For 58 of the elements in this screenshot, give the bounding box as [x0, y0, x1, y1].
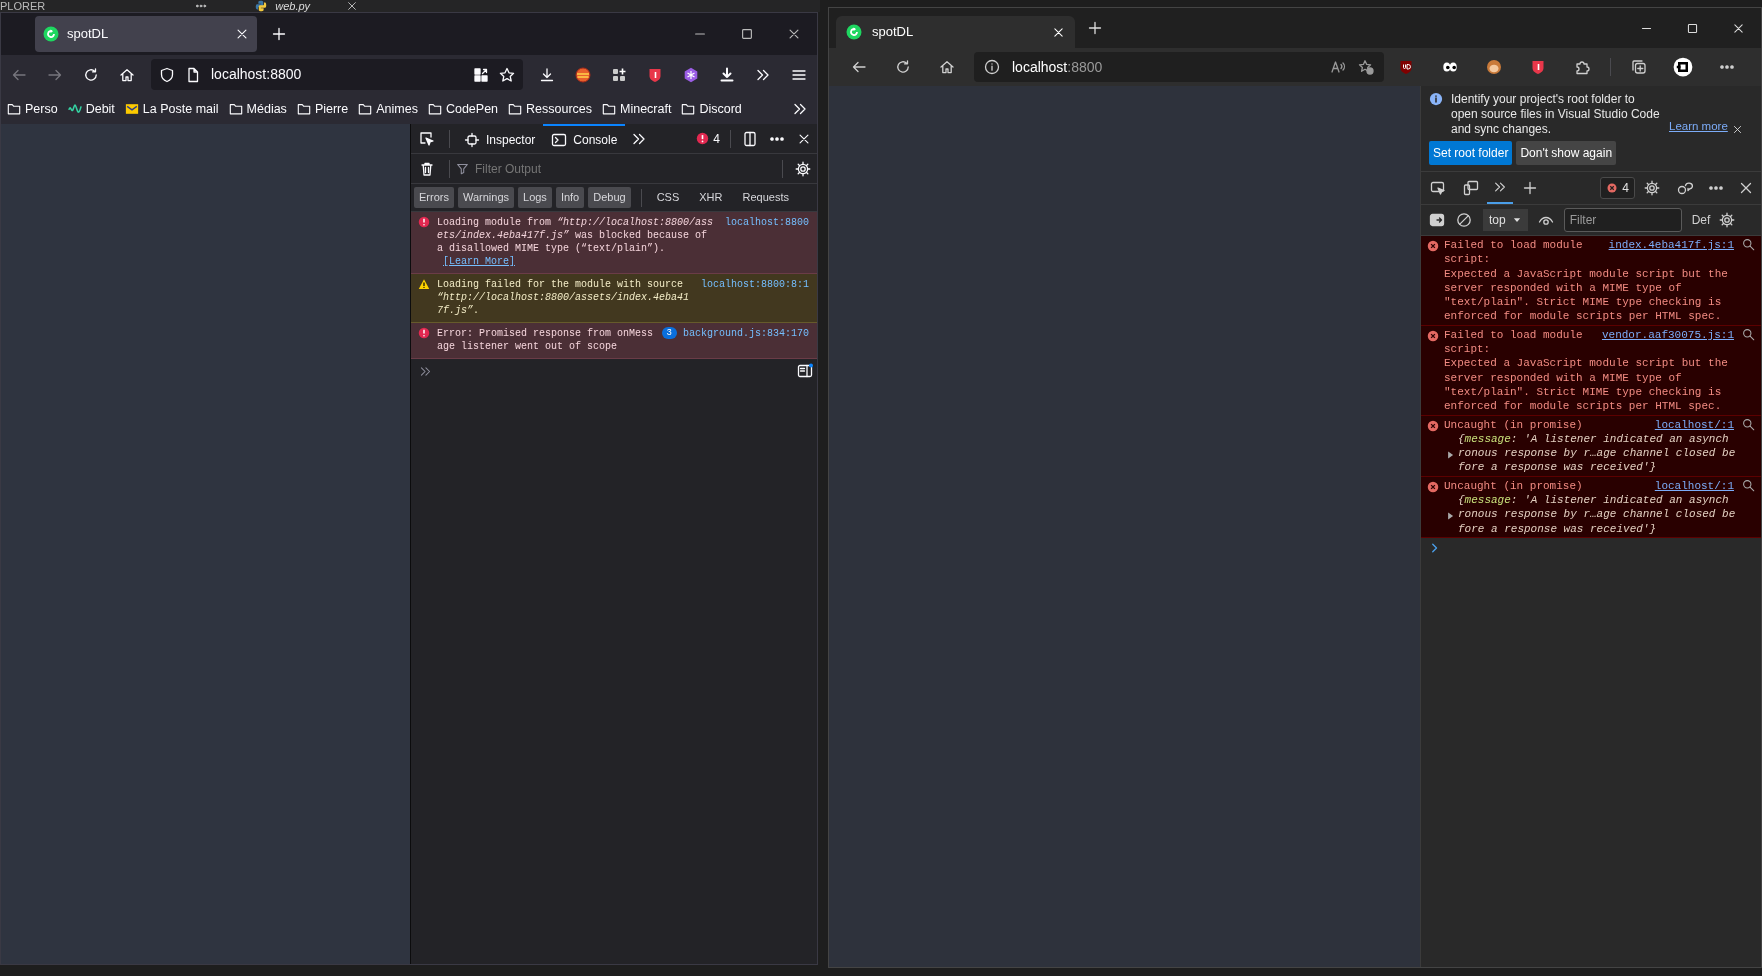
message-detail: Expected a JavaScript module script but the server responded with a MIME type of "text/plain". Strict MIME type checking is enforced for module scripts per HTML spec.	[1444, 356, 1729, 414]
console-message: Loading module from “http://localhost:8800/assets/index.4eba417f.js” was blocked because of a disallowed MIME type (“text/plain”). [Learn More]	[437, 216, 715, 268]
bookmark[interactable]: Animes	[358, 99, 418, 119]
editor-tab[interactable]: web.py	[275, 0, 311, 12]
console-message: Error: Promised response from onMessage listener went out of scope	[437, 327, 655, 353]
source-link[interactable]: background.js:834:170	[682, 327, 809, 353]
browser-tab[interactable]: spotDL	[836, 16, 1075, 48]
levels-dropdown[interactable]: Def	[1691, 211, 1711, 229]
source-link[interactable]: vendor.aaf30075.js:1	[1601, 327, 1734, 343]
bookmark[interactable]: Pierre	[296, 99, 349, 119]
bookmark[interactable]: Perso	[7, 99, 58, 119]
source-link[interactable]: localhost/:1	[1654, 478, 1734, 494]
browser-tab[interactable]: spotDL	[35, 16, 257, 52]
url-text: localhost:8800	[1012, 57, 1103, 77]
bookmark[interactable]: Minecraft	[602, 99, 672, 119]
bookmark[interactable]: CodePen	[427, 99, 499, 119]
source-link[interactable]: localhost/:1	[1654, 417, 1734, 432]
error-count[interactable]: 4	[1600, 177, 1635, 199]
filter-toggle[interactable]: Warnings	[457, 187, 514, 208]
bookmark[interactable]: Discord	[681, 99, 742, 119]
source-link[interactable]: localhost:8800	[725, 216, 809, 268]
message-title: Failed to load module script:	[1444, 238, 1584, 267]
filter-toggle[interactable]: Info	[555, 187, 585, 208]
error-count[interactable]: 4	[713, 129, 720, 148]
panel-title: PLORER	[0, 0, 46, 12]
set-root-folder-button[interactable]: Set root folder	[1429, 141, 1513, 165]
filter-toggle[interactable]: Requests	[737, 187, 794, 208]
message-title: Uncaught (in promise)	[1444, 478, 1584, 494]
learn-more-link[interactable]: [Learn More]	[443, 256, 515, 267]
dismiss-button[interactable]: Don't show again	[1516, 141, 1617, 165]
source-link[interactable]: index.4eba417f.js:1	[1608, 238, 1734, 253]
message-title: Uncaught (in promise)	[1444, 417, 1584, 432]
url-text: localhost:8800	[211, 65, 303, 84]
message-title: Failed to load module script:	[1444, 327, 1584, 357]
learn-more-link[interactable]: Learn more	[1669, 117, 1728, 135]
context-dropdown[interactable]: top	[1483, 209, 1528, 231]
filter-toggle[interactable]: Errors	[414, 187, 454, 208]
source-link[interactable]: localhost:8800:8:1	[700, 278, 809, 317]
bookmark[interactable]: Debit	[67, 99, 115, 119]
devtools-tab[interactable]: Console	[543, 124, 626, 153]
filter-toggle[interactable]: Debug	[588, 187, 631, 208]
repeat-count: 3	[661, 327, 677, 339]
object-preview: {message: 'A listener indicated an asynchronous response by r…age channel closed before a response was received'}	[1458, 493, 1736, 536]
bookmark[interactable]: Médias	[228, 99, 287, 119]
filter-toggle[interactable]: XHR	[694, 187, 728, 208]
object-preview: {message: 'A listener indicated an asynchronous response by r…age channel closed before a response was received'}	[1458, 431, 1736, 475]
info-message: Identify your project's root folder to open source files in Visual Studio Code and sync changes.	[1451, 92, 1661, 137]
devtools-tab[interactable]: Inspector	[456, 124, 544, 153]
filter-field[interactable]: Filter Output	[473, 158, 773, 179]
console-message: Loading failed for the module with source “http://localhost:8800/assets/index.4eba417f.js”.	[437, 278, 691, 317]
bookmark[interactable]: La Poste mail	[124, 99, 219, 119]
filter-toggle[interactable]: Logs	[518, 187, 552, 208]
address-bar[interactable]: localhost:8800	[974, 52, 1384, 82]
filter-toggle[interactable]: CSS	[651, 187, 685, 208]
message-detail: Expected a JavaScript module script but the server responded with a MIME type of "text/plain". Strict MIME type checking is enforced for module scripts per HTML spec.	[1444, 266, 1729, 324]
filter-field[interactable]: Filter	[1563, 208, 1682, 232]
bookmark[interactable]: Ressources	[508, 99, 593, 119]
address-bar[interactable]: localhost:8800	[151, 59, 523, 90]
